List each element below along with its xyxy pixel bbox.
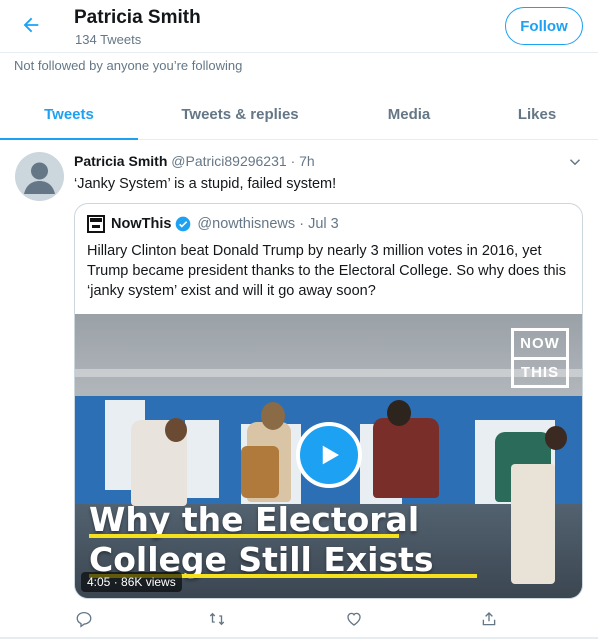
retweet-icon xyxy=(209,612,225,626)
play-icon xyxy=(322,445,339,465)
quoted-author-name: NowThis xyxy=(111,216,172,232)
tweet[interactable]: Patricia Smith @Patrici89296231 · 7h ‘Ja… xyxy=(0,141,598,639)
tab-tweets-replies[interactable]: Tweets & replies xyxy=(138,90,342,139)
video-person-head xyxy=(545,426,567,450)
like-button[interactable] xyxy=(343,608,365,630)
avatar[interactable] xyxy=(15,152,64,201)
quoted-tweet[interactable]: NowThis @nowthisnews · Jul 3 Hillary Cli… xyxy=(74,203,583,599)
separator-dot: · xyxy=(290,153,296,169)
profile-tabs: Tweets Tweets & replies Media Likes xyxy=(0,90,598,140)
tweet-text: ‘Janky System’ is a stupid, failed syste… xyxy=(74,176,337,192)
tweet-time[interactable]: 7h xyxy=(299,153,315,169)
tweet-actions xyxy=(0,608,598,630)
profile-name: Patricia Smith xyxy=(74,7,201,28)
retweet-button[interactable] xyxy=(206,608,228,630)
video-person xyxy=(511,464,555,584)
share-button[interactable] xyxy=(478,608,500,630)
share-icon xyxy=(482,612,496,626)
nowthis-logo: NOW THIS xyxy=(511,328,569,388)
video-title-line-1: Why the Electoral xyxy=(89,500,434,540)
video-background-stripe xyxy=(75,369,582,377)
logo-line-now: NOW xyxy=(520,335,560,353)
tab-likes[interactable]: Likes xyxy=(476,90,598,139)
quoted-tweet-text: Hillary Clinton beat Donald Trump by nea… xyxy=(87,243,567,299)
video-person-head xyxy=(387,400,411,426)
like-icon xyxy=(347,612,361,626)
video-player[interactable]: NOW THIS Why the Electoral College Still… xyxy=(75,314,582,598)
tab-tweets[interactable]: Tweets xyxy=(0,90,138,140)
author-name[interactable]: Patricia Smith xyxy=(74,153,167,169)
quoted-tweet-header: NowThis @nowthisnews · Jul 3 xyxy=(87,215,339,233)
quoted-date: Jul 3 xyxy=(308,216,339,232)
verified-badge-icon xyxy=(176,216,191,232)
header-divider xyxy=(0,52,598,53)
tab-media[interactable]: Media xyxy=(342,90,476,139)
arrow-left-icon xyxy=(23,17,39,33)
tweet-header: Patricia Smith @Patrici89296231 · 7h xyxy=(74,153,315,169)
profile-header: Patricia Smith 134 Tweets Follow xyxy=(0,0,598,52)
follow-button[interactable]: Follow xyxy=(505,7,583,45)
chevron-down-icon xyxy=(569,159,581,166)
nowthis-avatar-icon xyxy=(87,215,105,233)
video-title-overlay: Why the Electoral College Still Exists xyxy=(89,500,477,580)
separator-dot: · xyxy=(299,216,305,232)
tweet-menu-button[interactable] xyxy=(566,153,584,171)
video-handbag xyxy=(241,446,279,498)
video-person-head xyxy=(261,402,285,430)
default-avatar-icon xyxy=(24,162,55,194)
back-button[interactable] xyxy=(14,10,48,40)
tweet-count: 134 Tweets xyxy=(75,32,142,47)
highlight-underline xyxy=(89,534,399,538)
video-duration-badge: 4:05 · 86K views xyxy=(81,572,182,592)
author-handle[interactable]: @Patrici89296231 xyxy=(171,153,286,169)
video-booth xyxy=(185,420,219,498)
logo-line-this: THIS xyxy=(514,356,566,386)
followed-by-note: Not followed by anyone you’re following xyxy=(14,58,243,73)
video-person-head xyxy=(165,418,187,442)
video-person xyxy=(373,418,439,498)
play-button[interactable] xyxy=(296,422,362,488)
reply-icon xyxy=(76,611,92,628)
reply-button[interactable] xyxy=(73,608,95,630)
quoted-author-handle: @nowthisnews · Jul 3 xyxy=(197,216,339,232)
